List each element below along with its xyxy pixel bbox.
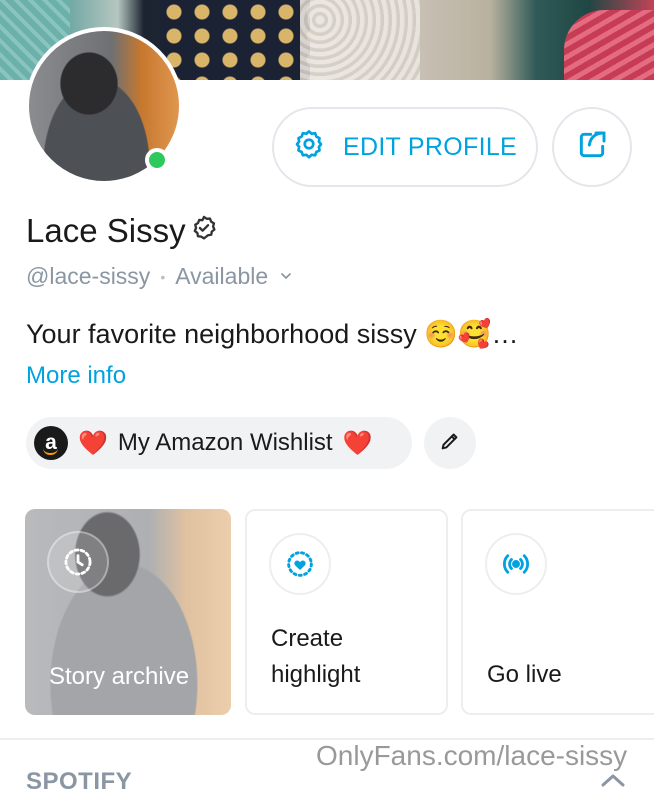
profile-name-row: Lace Sissy [26, 212, 218, 250]
cover-polka-fabric [160, 0, 310, 80]
username: @lace-sissy [26, 263, 151, 289]
wishlist-label: My Amazon Wishlist [117, 429, 333, 456]
wishlist-link[interactable]: a ❤️ My Amazon Wishlist ❤️ [26, 417, 412, 469]
spotify-section-title[interactable]: SPOTIFY [26, 768, 132, 796]
chevron-down-icon[interactable] [278, 263, 294, 290]
watermark: OnlyFans.com/lace-sissy [316, 740, 628, 771]
share-button[interactable] [552, 107, 632, 187]
create-highlight-line1: Create [271, 625, 344, 652]
amazon-logo-icon: a [34, 426, 68, 460]
pencil-icon [439, 430, 461, 457]
heart-icon: ❤️ [342, 429, 373, 457]
clock-icon [47, 531, 109, 593]
availability-status[interactable]: Available [175, 263, 268, 290]
profile-name: Lace Sissy [26, 212, 186, 249]
story-archive-label: Story archive [49, 663, 190, 690]
online-status-dot [145, 148, 169, 172]
profile-bio: Your favorite neighborhood sissy ☺️🥰… [26, 319, 519, 349]
heart-icon: ❤️ [78, 429, 108, 457]
go-live-card[interactable]: Go live [461, 509, 654, 715]
separator-dot: • [160, 268, 166, 285]
add-highlight-icon [269, 533, 331, 595]
create-highlight-line2: highlight [271, 661, 361, 688]
create-highlight-card[interactable]: Create highlight [245, 509, 448, 715]
broadcast-icon [485, 533, 547, 595]
chevron-up-icon[interactable] [600, 772, 626, 793]
edit-links-button[interactable] [424, 417, 476, 469]
handle-row: @lace-sissy • Available [26, 263, 294, 290]
cover-lace-pink [564, 10, 654, 80]
share-icon [576, 129, 608, 166]
edit-profile-button[interactable]: EDIT PROFILE [272, 107, 538, 187]
create-highlight-label: Create highlight [271, 621, 360, 693]
verified-icon [190, 212, 218, 250]
story-archive-card[interactable]: Story archive [25, 509, 231, 715]
more-info-link[interactable]: More info [26, 362, 126, 390]
go-live-label: Go live [487, 661, 562, 688]
cover-lace-white [300, 0, 420, 80]
edit-profile-label: EDIT PROFILE [342, 132, 517, 161]
gear-icon [293, 128, 325, 167]
